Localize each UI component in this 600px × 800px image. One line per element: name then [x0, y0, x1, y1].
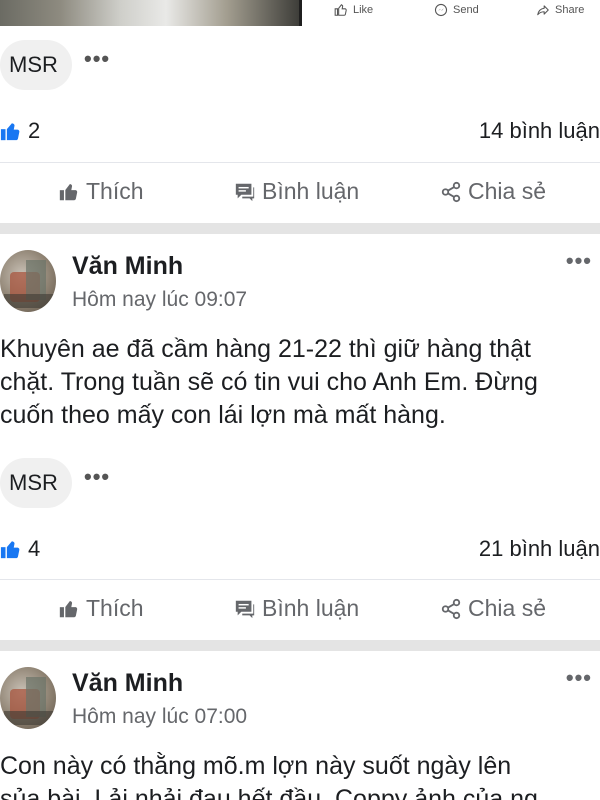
share-label: Chia sẻ: [468, 178, 546, 204]
comment-count[interactable]: 21 bình luận: [479, 536, 600, 562]
more-dots-icon[interactable]: •••: [84, 464, 110, 490]
post-text-line: chặt. Trong tuần sẽ có tin vui cho Anh E…: [0, 368, 538, 396]
comment-label: Bình luận: [262, 178, 360, 204]
post-separator: [0, 223, 600, 234]
messenger-icon: [434, 3, 448, 17]
post-text-line: sủa bài. Lải nhải đau hết đầu. Coppy ảnh…: [0, 785, 538, 800]
author-name[interactable]: Văn Minh: [72, 252, 183, 281]
like-count-value: 2: [28, 118, 41, 143]
previous-post-strip: Like Send Share: [0, 0, 600, 26]
thumbs-up-icon: [0, 123, 20, 141]
author-avatar[interactable]: [0, 250, 56, 312]
msr-tag[interactable]: MSR: [0, 40, 72, 90]
share-button[interactable]: Chia sẻ: [440, 178, 546, 205]
msr-tag[interactable]: MSR: [0, 458, 72, 508]
top-send-button[interactable]: Send: [434, 3, 479, 17]
thumbs-up-icon: [59, 600, 78, 617]
thumbs-up-icon: [59, 183, 78, 200]
author-avatar[interactable]: [0, 667, 56, 729]
top-send-label: Send: [453, 4, 479, 16]
top-share-button[interactable]: Share: [536, 3, 584, 17]
like-label: Thích: [86, 595, 144, 621]
like-button[interactable]: Thích: [58, 178, 144, 205]
comment-button[interactable]: Bình luận: [234, 178, 359, 205]
post-tag-row: MSR •••: [0, 40, 600, 92]
post-separator: [0, 640, 600, 651]
top-like-label: Like: [353, 4, 374, 16]
top-like-button[interactable]: Like: [334, 3, 373, 17]
more-dots-icon[interactable]: •••: [84, 46, 110, 72]
share-arrow-icon: [537, 5, 549, 16]
post-card: Văn Minh Hôm nay lúc 07:00 ••• Con này c…: [0, 651, 600, 800]
more-dots-icon[interactable]: •••: [566, 248, 592, 274]
post-text-line: Khuyên ae đã cầm hàng 21-22 thì giữ hàng…: [0, 335, 532, 363]
divider: [0, 579, 600, 580]
top-action-bar: Like Send Share: [318, 0, 600, 26]
author-name[interactable]: Văn Minh: [72, 669, 183, 698]
post-action-bar: Thích Bình luận Chia sẻ: [0, 178, 600, 218]
post-action-bar: Thích Bình luận Chia sẻ: [0, 595, 600, 635]
comment-icon: [235, 183, 255, 201]
like-count[interactable]: 2: [0, 118, 40, 144]
more-dots-icon[interactable]: •••: [566, 665, 592, 691]
like-button[interactable]: Thích: [58, 595, 144, 622]
like-label: Thích: [86, 178, 144, 204]
post-timestamp[interactable]: Hôm nay lúc 07:00: [72, 705, 247, 729]
post-card: Văn Minh Hôm nay lúc 09:07 ••• Khuyên ae…: [0, 234, 600, 640]
share-button[interactable]: Chia sẻ: [440, 595, 546, 622]
post-stats: 2 14 bình luận: [0, 118, 600, 148]
post-timestamp[interactable]: Hôm nay lúc 09:07: [72, 288, 247, 312]
share-icon: [441, 181, 461, 202]
like-count[interactable]: 4: [0, 536, 40, 562]
previous-post-image[interactable]: [0, 0, 302, 26]
post-text-line: Con này có thằng mõ.m lợn này suốt ngày …: [0, 752, 512, 780]
comment-button[interactable]: Bình luận: [234, 595, 359, 622]
share-label: Chia sẻ: [468, 595, 546, 621]
comment-label: Bình luận: [262, 595, 360, 621]
post-text-line: cuốn theo mấy con lái lợn mà mất hàng.: [0, 401, 446, 429]
share-icon: [441, 598, 461, 619]
post-tag-row: MSR •••: [0, 458, 600, 510]
comment-count[interactable]: 14 bình luận: [479, 118, 600, 144]
top-share-label: Share: [555, 4, 585, 16]
post-stats: 4 21 bình luận: [0, 536, 600, 566]
comment-icon: [235, 600, 255, 618]
divider: [0, 162, 600, 163]
thumbs-up-icon: [334, 3, 347, 16]
thumbs-up-icon: [0, 541, 20, 559]
like-count-value: 4: [28, 536, 41, 561]
